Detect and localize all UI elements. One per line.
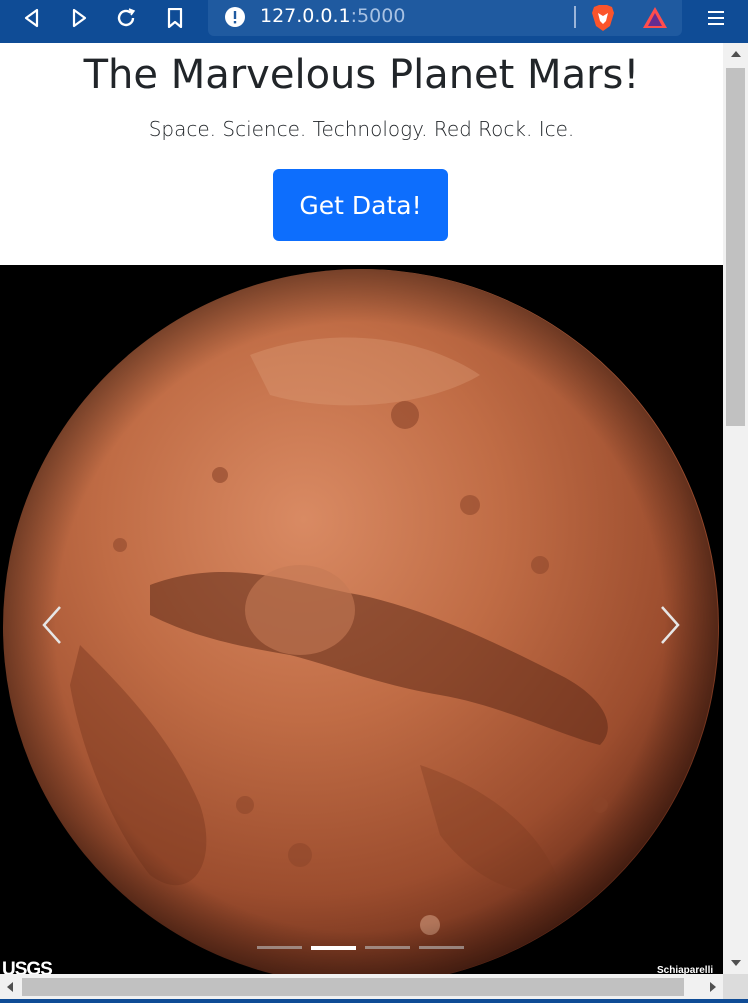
forward-button[interactable] — [61, 0, 97, 36]
site-info-icon[interactable] — [224, 6, 246, 28]
arrow-up-icon — [730, 51, 741, 57]
bookmark-button[interactable] — [157, 0, 193, 36]
menu-icon — [708, 11, 724, 25]
page-viewport: The Marvelous Planet Mars! Space. Scienc… — [0, 43, 723, 974]
page-title: The Marvelous Planet Mars! — [83, 52, 640, 98]
reload-icon — [117, 8, 136, 27]
scrollbar-corner — [723, 974, 748, 999]
get-data-button[interactable]: Get Data! — [273, 169, 448, 241]
url-port: :5000 — [350, 5, 406, 27]
scroll-down-button[interactable] — [723, 952, 748, 974]
arrow-right-icon — [710, 981, 716, 992]
back-button[interactable] — [14, 0, 50, 36]
menu-button[interactable] — [700, 0, 732, 36]
mars-image — [0, 265, 723, 974]
scroll-up-button[interactable] — [723, 43, 748, 65]
carousel-prev-button[interactable] — [22, 595, 82, 655]
carousel-indicator-3[interactable] — [365, 946, 410, 949]
image-credit-label: Schiaparelli — [657, 965, 714, 974]
back-icon — [24, 8, 39, 28]
carousel-indicators — [257, 946, 467, 952]
carousel-indicator-4[interactable] — [419, 946, 464, 949]
scroll-right-button[interactable] — [703, 974, 723, 999]
usgs-credit: USGS — [2, 959, 53, 974]
bookmark-icon — [167, 8, 183, 28]
brave-rewards-button[interactable] — [637, 0, 673, 36]
mars-carousel: USGS Schiaparelli — [0, 265, 723, 974]
window-bottom-edge — [0, 999, 748, 1003]
browser-toolbar: 127.0.0.1:5000 — [0, 0, 748, 43]
url-host: 127.0.0.1 — [260, 5, 351, 27]
vertical-scroll-thumb[interactable] — [726, 68, 745, 426]
brave-rewards-icon — [643, 7, 667, 28]
carousel-indicator-1[interactable] — [257, 946, 302, 949]
scroll-left-button[interactable] — [0, 974, 20, 999]
chevron-left-icon — [42, 606, 61, 644]
url-text: 127.0.0.1:5000 — [260, 5, 405, 27]
forward-icon — [72, 8, 87, 28]
reload-button[interactable] — [108, 0, 144, 36]
brave-shield-button[interactable] — [585, 0, 621, 36]
horizontal-scrollbar[interactable] — [0, 974, 723, 999]
carousel-indicator-2[interactable] — [311, 946, 356, 950]
chevron-right-icon — [661, 606, 680, 644]
arrow-down-icon — [730, 960, 741, 966]
vertical-scrollbar[interactable] — [723, 43, 748, 974]
page-tagline: Space. Science. Technology. Red Rock. Ic… — [148, 117, 575, 141]
carousel-next-button[interactable] — [640, 595, 700, 655]
horizontal-scroll-thumb[interactable] — [22, 978, 684, 996]
arrow-left-icon — [7, 981, 13, 992]
address-bar-divider — [574, 6, 576, 28]
brave-shield-icon — [592, 5, 614, 31]
